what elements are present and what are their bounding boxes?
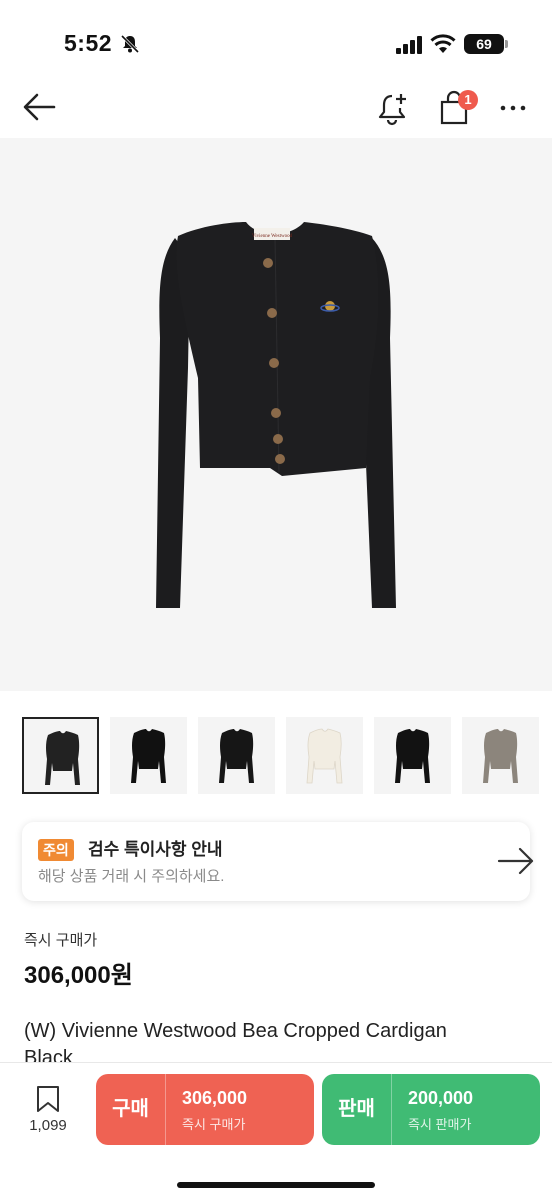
thumbnail-garment (45, 731, 80, 785)
sell-price-label: 즉시 판매가 (408, 1117, 472, 1132)
caution-badge: 주의 (38, 839, 74, 861)
instant-price-label: 즉시 구매가 (24, 932, 98, 949)
thumbnail[interactable] (198, 717, 275, 794)
thumbnail[interactable] (22, 717, 99, 794)
bell-off-icon (120, 34, 140, 54)
thumbnail-garment (483, 729, 518, 783)
sell-price: 200,000 (408, 1088, 474, 1108)
bookmark-icon (37, 1086, 59, 1112)
battery-indicator: 69 (464, 34, 504, 54)
more-icon[interactable] (498, 96, 528, 120)
buy-label: 구매 (96, 1074, 166, 1145)
thumbnail[interactable] (462, 717, 539, 794)
buy-price: 306,000 (182, 1088, 248, 1108)
status-bar: 5:52 69 (0, 0, 552, 80)
thumbnail[interactable] (374, 717, 451, 794)
notice-title: 검수 특이사항 안내 (88, 840, 223, 859)
buy-button[interactable]: 구매 306,000 즉시 구매가 (96, 1074, 314, 1145)
thumbnail[interactable] (110, 717, 187, 794)
thumbnail-garment (395, 729, 430, 783)
bell-plus-icon[interactable] (376, 90, 410, 126)
thumbnail-strip (22, 717, 552, 795)
inspection-notice-card[interactable]: 주의 검수 특이사항 안내 해당 상품 거래 시 주의하세요. (22, 822, 534, 901)
wishlist-button[interactable]: 1,099 (18, 1085, 78, 1141)
svg-text:Vivienne Westwood: Vivienne Westwood (252, 234, 293, 239)
cardigan-illustration: Vivienne Westwood (156, 222, 396, 608)
instant-price-value: 306,000원 (24, 962, 133, 989)
thumbnail-garment (131, 729, 166, 783)
home-indicator (177, 1182, 375, 1188)
notice-subtitle: 해당 상품 거래 시 주의하세요. (38, 868, 225, 885)
thumbnail-garment (219, 729, 254, 783)
arrow-right-icon[interactable] (496, 846, 536, 876)
status-time: 5:52 (64, 30, 113, 56)
sell-label: 판매 (322, 1074, 392, 1145)
wifi-icon (430, 34, 456, 53)
bottom-action-bar: 1,099 구매 306,000 즉시 구매가 판매 200,000 즉시 판매… (0, 1062, 552, 1200)
back-arrow-icon[interactable] (22, 92, 56, 122)
cellular-signal-icon (396, 36, 422, 54)
buy-price-label: 즉시 구매가 (182, 1117, 246, 1132)
cart-count-badge: 1 (458, 90, 478, 110)
sell-button[interactable]: 판매 200,000 즉시 판매가 (322, 1074, 540, 1145)
thumbnail-garment (306, 728, 343, 784)
thumbnail[interactable] (286, 717, 363, 794)
product-image[interactable]: Vivienne Westwood (0, 138, 552, 691)
battery-tip (505, 40, 508, 48)
wishlist-count: 1,099 (29, 1117, 67, 1134)
